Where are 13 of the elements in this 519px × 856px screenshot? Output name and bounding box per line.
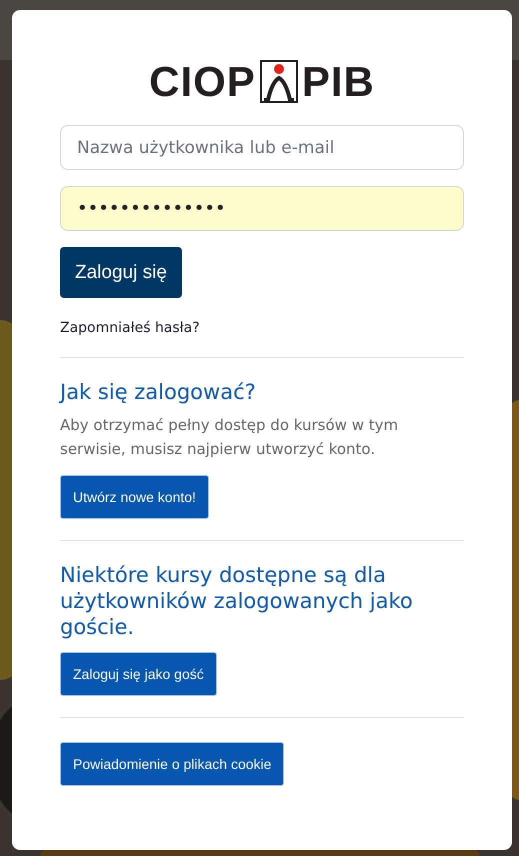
create-account-button[interactable]: Utwórz nowe konto! <box>60 475 209 519</box>
cookie-notice-button[interactable]: Powiadomienie o plikach cookie <box>60 742 284 786</box>
password-field[interactable]: •••••••••••••• <box>60 186 464 231</box>
logo-text: CIOP <box>149 60 256 102</box>
logo-figure-icon <box>260 60 298 103</box>
forgot-password-link[interactable]: Zapomniałeś hasła? <box>60 320 464 336</box>
guest-login-button[interactable]: Zaloguj się jako gość <box>60 652 217 696</box>
signup-text: Aby otrzymać pełny dostęp do kursów w tym serwisie, musisz najpierw utworzyć konto. <box>60 415 400 460</box>
section-heading: Niektóre kursy dostępne są dla użytkowników zalogowanych jako goście. <box>60 562 414 640</box>
username-field[interactable]: Nazwa użytkownika lub e-mail <box>60 125 464 170</box>
login-button[interactable]: Zaloguj się <box>60 247 182 298</box>
section-heading: Jak się zalogować? <box>60 379 257 405</box>
logo-text: PIB <box>302 60 375 102</box>
